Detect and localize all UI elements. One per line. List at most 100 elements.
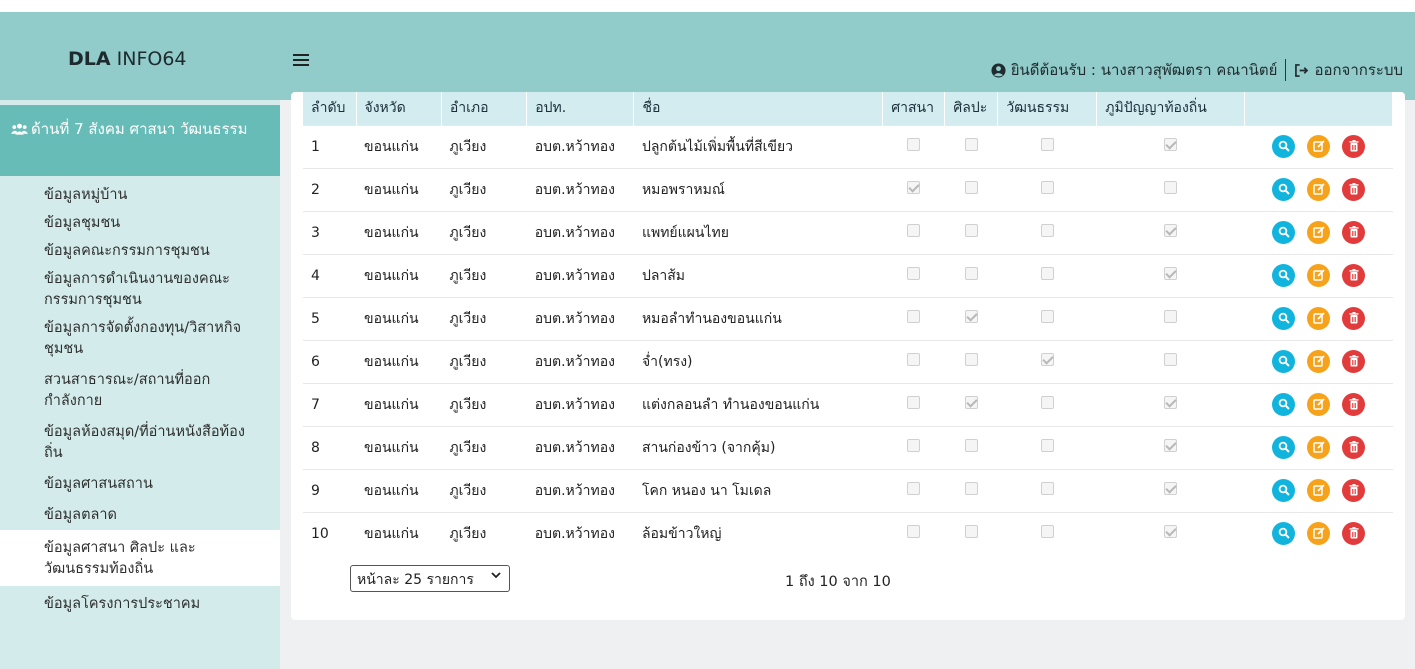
art-checkbox[interactable] [964,482,978,495]
sidebar-item-religious-places[interactable]: ข้อมูลศาสนสถาน [0,468,280,499]
col-header-culture[interactable]: วัฒนธรรม [997,92,1098,125]
culture-checkbox[interactable] [1040,396,1054,409]
culture-checkbox[interactable] [1040,224,1054,237]
view-button[interactable] [1272,479,1296,502]
sidebar-section-header[interactable]: ด้านที่ 7 สังคม ศาสนา วัฒนธรรม [0,105,280,176]
culture-checkbox[interactable] [1040,439,1054,452]
edit-button[interactable] [1307,221,1331,244]
col-header-religion[interactable]: ศาสนา [882,92,946,125]
religion-checkbox[interactable] [907,396,921,409]
wisdom-checkbox[interactable] [1164,181,1178,194]
art-checkbox[interactable] [964,267,978,280]
delete-button[interactable] [1342,264,1366,287]
wisdom-checkbox[interactable] [1164,224,1178,237]
sidebar-item-library[interactable]: ข้อมูลห้องสมุด/ที่อ่านหนังสือท้องถิ่น [0,416,262,468]
culture-checkbox[interactable] [1040,138,1054,151]
view-button[interactable] [1272,221,1296,244]
view-button[interactable] [1272,307,1296,330]
cell-actions [1244,511,1393,555]
art-checkbox[interactable] [964,396,978,409]
delete-button[interactable] [1342,221,1366,244]
edit-button[interactable] [1307,135,1331,158]
religion-checkbox[interactable] [907,224,921,237]
religion-checkbox[interactable] [907,525,921,539]
delete-button[interactable] [1342,307,1366,330]
col-header-org[interactable]: อปท. [526,92,635,125]
edit-button[interactable] [1307,479,1331,502]
edit-button[interactable] [1307,178,1331,201]
view-button[interactable] [1272,264,1296,287]
col-header-wisdom[interactable]: ภูมิปัญญาท้องถิ่น [1096,92,1246,125]
page-size-select[interactable]: หน้าละ 25 รายการ [350,565,510,592]
art-checkbox[interactable] [964,353,978,366]
religion-checkbox[interactable] [907,181,921,194]
brand-logo[interactable]: DLA INFO64 [68,48,187,70]
delete-button[interactable] [1342,522,1366,546]
view-button[interactable] [1272,436,1296,459]
art-checkbox[interactable] [964,525,978,539]
wisdom-checkbox[interactable] [1164,310,1178,323]
religion-checkbox[interactable] [907,482,921,495]
sidebar-item-parks[interactable]: สวนสาธารณะ/สถานที่ออกกำลังกาย [0,364,250,416]
delete-button[interactable] [1342,178,1366,201]
col-header-province[interactable]: จังหวัด [356,92,442,125]
religion-checkbox[interactable] [907,310,921,323]
view-button[interactable] [1272,522,1296,546]
religion-checkbox[interactable] [907,353,921,366]
wisdom-checkbox[interactable] [1164,267,1178,280]
culture-checkbox[interactable] [1040,482,1054,495]
sidebar-item-market[interactable]: ข้อมูลตลาด [0,499,280,530]
art-checkbox[interactable] [964,439,978,452]
wisdom-checkbox[interactable] [1164,482,1178,495]
culture-checkbox[interactable] [1040,181,1054,194]
culture-checkbox[interactable] [1040,353,1054,366]
art-checkbox[interactable] [964,224,978,237]
wisdom-checkbox[interactable] [1164,525,1178,539]
culture-checkbox[interactable] [1040,267,1054,280]
delete-button[interactable] [1342,135,1366,158]
col-header-art[interactable]: ศิลปะ [944,92,999,125]
wisdom-checkbox[interactable] [1164,353,1178,366]
sidebar-item-village[interactable]: ข้อมูลหมู่บ้าน [0,176,280,210]
delete-button[interactable] [1342,479,1366,502]
sidebar-item-funds[interactable]: ข้อมูลการจัดตั้งกองทุน/วิสาหกิจชุมชน [0,315,260,364]
delete-button[interactable] [1342,436,1366,459]
sidebar-item-religion-art-culture[interactable]: ข้อมูลศาสนา ศิลปะ และวัฒนธรรมท้องถิ่น [0,530,280,586]
edit-button[interactable] [1307,350,1331,373]
edit-button[interactable] [1307,522,1331,546]
view-button[interactable] [1272,178,1296,201]
cell-religion [882,511,945,555]
view-button[interactable] [1272,135,1296,158]
religion-checkbox[interactable] [907,439,921,452]
edit-button[interactable] [1307,307,1331,330]
hamburger-icon[interactable] [293,48,309,72]
col-header-no[interactable]: ลำดับ [303,92,357,125]
view-button[interactable] [1272,393,1296,416]
wisdom-checkbox[interactable] [1164,138,1178,151]
col-header-name[interactable]: ชื่อ [633,92,884,125]
wisdom-checkbox[interactable] [1164,396,1178,409]
sidebar-item-public-hearing[interactable]: ข้อมูลโครงการประชาคม [0,586,280,619]
wisdom-checkbox[interactable] [1164,439,1178,452]
art-checkbox[interactable] [964,181,978,194]
culture-checkbox[interactable] [1040,525,1054,539]
delete-button[interactable] [1342,350,1366,373]
cell-org: อบต.หว้าทอง [526,296,634,340]
edit-button[interactable] [1307,436,1331,459]
edit-button[interactable] [1307,393,1331,416]
view-button[interactable] [1272,350,1296,373]
edit-button[interactable] [1307,264,1331,287]
sidebar-item-committee[interactable]: ข้อมูลคณะกรรมการชุมชน [0,238,280,266]
sidebar-item-committee-operations[interactable]: ข้อมูลการดำเนินงานของคณะกรรมการชุมชน [0,266,260,315]
cell-wisdom [1096,210,1245,254]
religion-checkbox[interactable] [907,138,921,151]
col-header-district[interactable]: อำเภอ [441,92,528,125]
religion-checkbox[interactable] [907,267,921,280]
sidebar-item-community[interactable]: ข้อมูลชุมชน [0,210,280,238]
search-icon [1278,441,1290,453]
art-checkbox[interactable] [964,310,978,323]
art-checkbox[interactable] [964,138,978,151]
culture-checkbox[interactable] [1040,310,1054,323]
delete-button[interactable] [1342,393,1366,416]
logout-link[interactable]: ออกจากระบบ [1294,58,1403,82]
